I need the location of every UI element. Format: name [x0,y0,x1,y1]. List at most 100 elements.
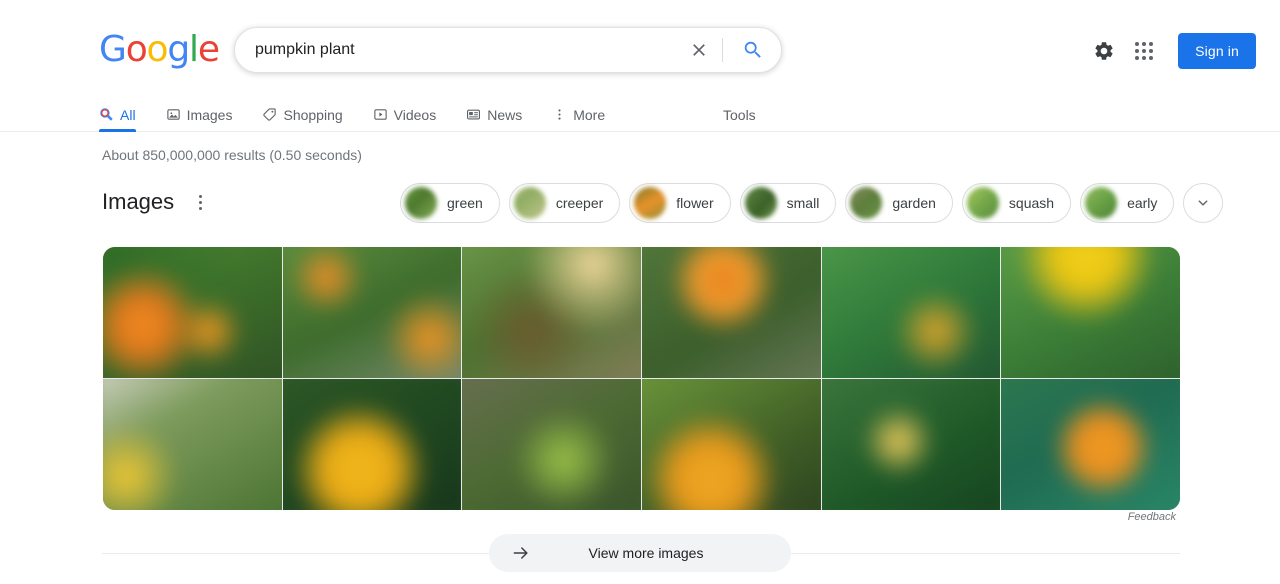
chip-label: garden [892,195,936,211]
chip-thumbnail [513,187,546,219]
pumpkin-plant-thumbnail-4 [642,247,821,378]
google-search-results-page: Google pumpkin plant Sign in All Images … [0,0,1280,584]
result-stats: About 850,000,000 results (0.50 seconds) [102,147,362,163]
tab-shopping[interactable]: Shopping [262,98,343,131]
image-result-tile[interactable] [103,379,282,510]
chip-thumbnail [744,187,777,219]
tab-all-label: All [120,106,136,123]
logo-letter-g2: g [167,29,190,70]
search-divider [722,38,723,62]
logo-letter-e: e [197,29,220,70]
tab-all[interactable]: All [99,98,136,132]
chip-green[interactable]: green [400,183,500,223]
chip-label: creeper [555,195,604,211]
chip-squash[interactable]: squash [961,183,1072,223]
tab-shopping-label: Shopping [283,106,343,123]
search-icon [99,107,114,122]
tools-button[interactable]: Tools [723,98,756,131]
image-result-tile[interactable] [821,379,1001,510]
kebab-dot [198,200,202,204]
tab-videos-label: Videos [393,106,437,123]
chip-thumbnail [966,187,999,219]
search-icon [744,41,761,58]
images-section-menu-button[interactable] [184,184,216,220]
video-icon [373,107,388,122]
chip-label: flower [676,195,714,211]
chip-thumbnail [405,187,437,219]
images-section-header: Images [102,184,216,220]
chip-thumbnail [1085,187,1118,219]
image-icon [166,107,181,122]
search-submit-button[interactable] [731,28,775,72]
view-more-images-label: View more images [588,545,704,561]
chip-early[interactable]: early [1080,183,1175,223]
pumpkin-plant-thumbnail-7 [103,379,282,510]
apps-grid-icon [1135,42,1154,60]
settings-button[interactable] [1084,31,1124,71]
image-filter-chips: green creeper flower small garden squash… [400,183,1224,223]
page-header: Google pumpkin plant Sign in [0,0,1280,98]
tab-images-label: Images [186,106,233,123]
images-section-title: Images [102,189,175,214]
image-result-tile[interactable] [462,379,641,510]
pumpkin-plant-thumbnail-2 [282,247,462,378]
search-tabs: All Images Shopping Videos News More [99,98,635,132]
chip-creeper[interactable]: creeper [508,183,621,223]
newspaper-icon [466,107,481,122]
search-box[interactable] [234,27,782,73]
image-result-tile[interactable] [462,247,641,378]
image-result-tile[interactable] [642,379,821,510]
pumpkin-plant-thumbnail-8 [282,379,462,510]
logo-letter-l: l [189,29,199,70]
chip-thumbnail [634,187,667,219]
chip-thumbnail [850,187,883,219]
pumpkin-plant-thumbnail-9 [462,379,641,510]
google-logo[interactable]: Google [99,29,220,70]
chip-label: green [447,195,483,211]
expand-chips-button[interactable] [1183,183,1224,223]
pumpkin-plant-thumbnail-3 [462,247,641,378]
kebab-dot [198,206,202,210]
search-input[interactable] [235,28,681,72]
chip-garden[interactable]: garden [845,183,953,223]
image-result-tile[interactable] [1001,379,1180,510]
tab-videos[interactable]: Videos [373,98,437,131]
image-result-tile[interactable] [642,247,821,378]
tab-news-label: News [487,106,523,123]
feedback-link[interactable]: Feedback [1128,511,1176,523]
header-actions: Sign in [1084,31,1256,71]
chip-flower[interactable]: flower [629,183,731,223]
image-result-tile[interactable] [103,247,282,378]
kebab-icon [552,107,567,122]
logo-letter-o2: o [146,29,169,70]
pumpkin-plant-thumbnail-10 [642,379,821,510]
image-results-grid [103,247,1180,510]
image-result-tile[interactable] [1001,247,1180,378]
chip-label: squash [1008,195,1055,211]
search-nav-bar: All Images Shopping Videos News More Too… [0,98,1280,132]
pumpkin-plant-thumbnail-11 [821,379,1001,510]
tab-news[interactable]: News [466,98,522,131]
logo-letter-o1: o [125,29,148,70]
tab-more-label: More [573,106,606,123]
logo-letter-g1: G [99,29,127,70]
image-result-tile[interactable] [282,247,462,378]
gear-icon [1095,42,1113,60]
pumpkin-plant-thumbnail-1 [103,247,282,378]
sign-in-button[interactable]: Sign in [1178,33,1256,69]
tab-images[interactable]: Images [166,98,233,131]
close-icon [693,44,705,56]
chip-label: small [786,195,820,211]
pumpkin-plant-thumbnail-6 [1001,247,1180,378]
image-result-tile[interactable] [282,379,462,510]
google-apps-button[interactable] [1124,31,1164,71]
chevron-down-icon [1198,200,1208,206]
tab-more[interactable]: More [552,98,605,131]
image-result-tile[interactable] [821,247,1001,378]
chip-label: early [1127,195,1158,211]
tag-icon [262,107,277,122]
view-more-images-button[interactable]: View more images [489,534,791,572]
chip-small[interactable]: small [739,183,837,223]
clear-search-button[interactable] [681,28,717,72]
kebab-dot [198,194,202,198]
